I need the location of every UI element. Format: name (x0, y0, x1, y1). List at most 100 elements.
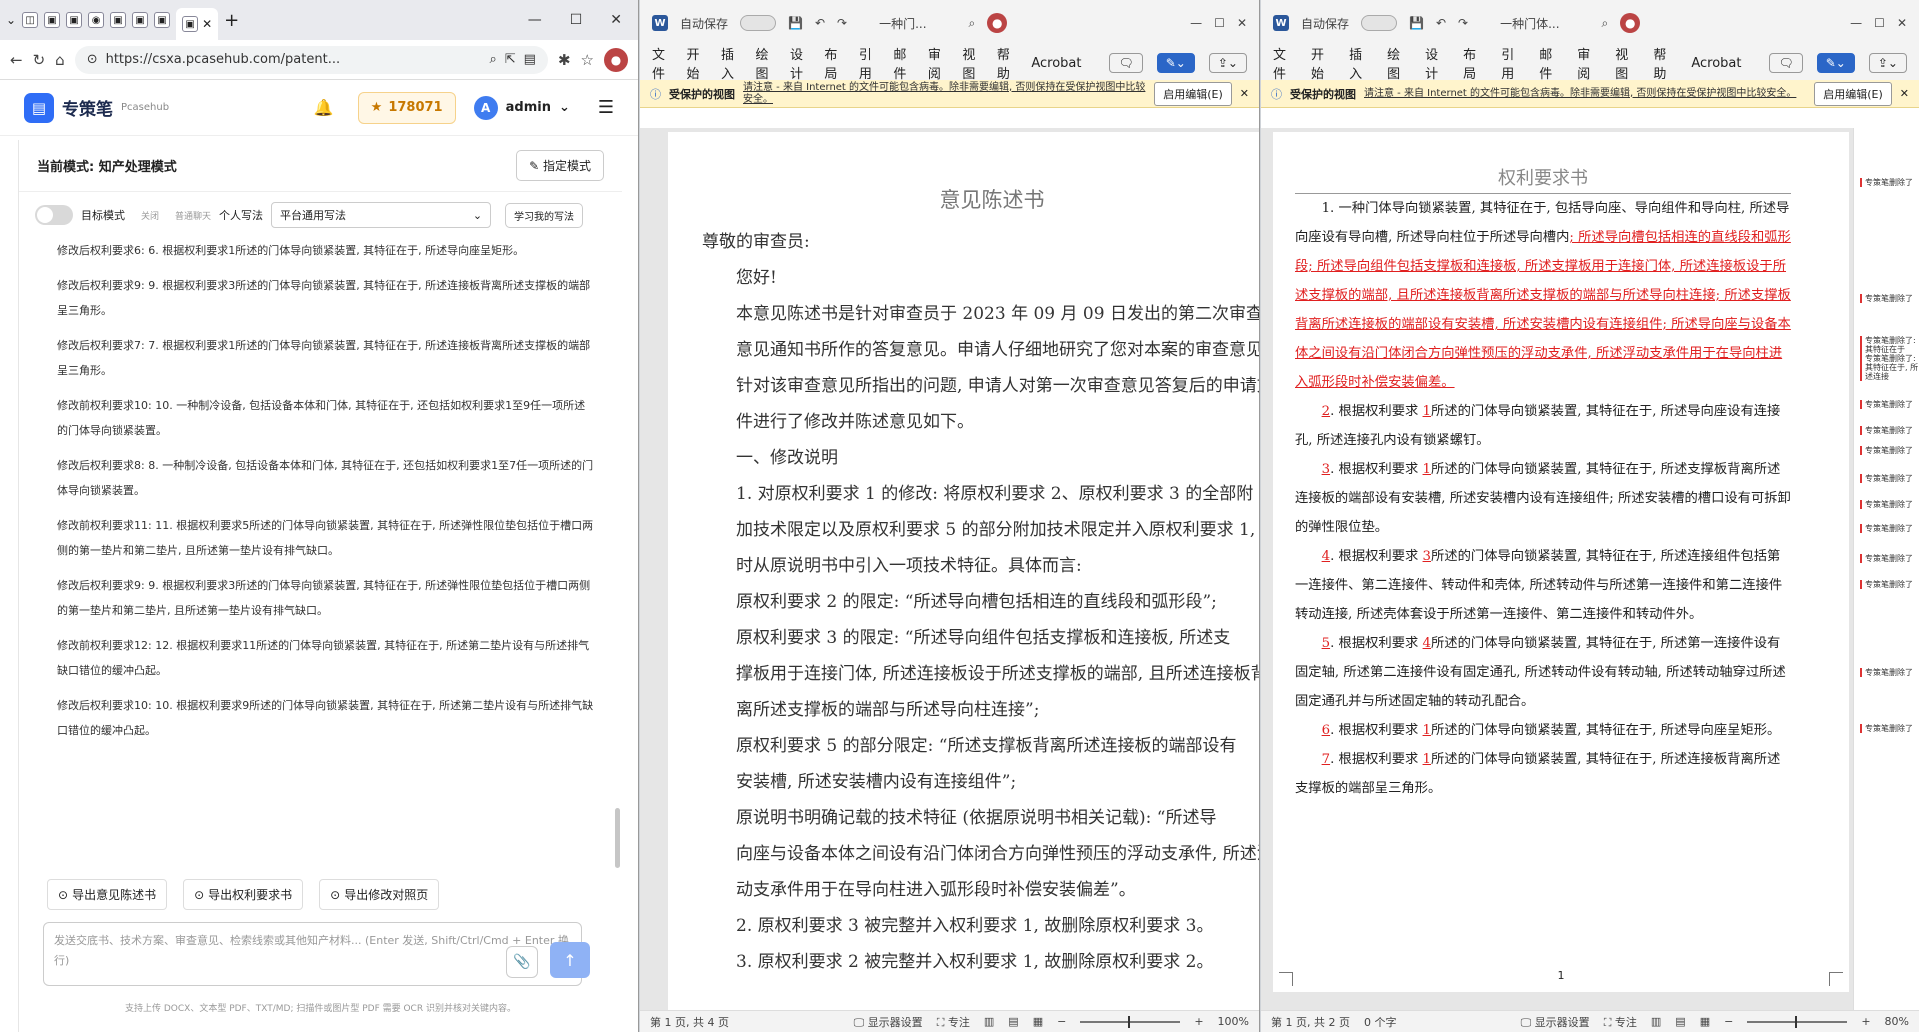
revision-note[interactable]: 专策笔删除了 (1860, 294, 1913, 303)
zoom-level[interactable]: 100% (1218, 1015, 1249, 1028)
tab-list-chevron-icon[interactable]: ⌄ (6, 13, 16, 27)
share-icon[interactable]: ⇪⌄ (1209, 53, 1247, 73)
user-menu[interactable]: A admin ⌄ (474, 96, 570, 120)
revision-note[interactable]: 专策笔删除了 (1860, 724, 1913, 733)
style-select[interactable]: 平台通用写法 ⌄ (271, 202, 491, 228)
ribbon-tab[interactable]: 帮助 (997, 44, 1017, 82)
send-button[interactable]: ↑ (550, 942, 590, 978)
minimize-icon[interactable]: — (1190, 16, 1202, 30)
favorites-icon[interactable]: ☆ (581, 51, 594, 69)
ribbon-tab[interactable]: 审阅 (928, 44, 948, 82)
search-icon[interactable]: ⌕ (969, 16, 976, 31)
zoom-icon[interactable]: ⌕ (489, 52, 496, 67)
ribbon-tab[interactable]: 邮件 (1539, 44, 1563, 82)
ribbon-tab[interactable]: 文件 (1273, 44, 1297, 82)
print-layout-icon[interactable]: ▤ (1008, 1015, 1018, 1028)
revision-note[interactable]: 专策笔删除了 (1860, 474, 1913, 483)
ribbon-tab[interactable]: 邮件 (893, 44, 913, 82)
share-icon[interactable]: ⇪⌄ (1869, 53, 1907, 73)
protected-message[interactable]: 请注意 - 来自 Internet 的文件可能包含病毒。除非需要编辑, 否则保持… (743, 82, 1146, 106)
maximize-icon[interactable]: ☐ (570, 12, 583, 28)
paperclip-icon[interactable]: 📎 (506, 946, 538, 978)
editing-mode-icon[interactable]: ✎⌄ (1817, 53, 1855, 73)
undo-icon[interactable]: ↶ (1436, 16, 1446, 30)
tab-favicon-3[interactable]: ◉ (88, 12, 104, 28)
display-settings[interactable]: 🖵 显示器设置 (1521, 1014, 1590, 1030)
ribbon-tab[interactable]: 绘图 (1387, 44, 1411, 82)
comments-icon[interactable]: 🗨 (1109, 53, 1142, 73)
close-icon[interactable]: ✕ (1237, 16, 1247, 30)
close-window-icon[interactable]: ✕ (610, 12, 622, 28)
close-bar-icon[interactable]: ✕ (1900, 87, 1909, 100)
ribbon-tab[interactable]: 审阅 (1577, 44, 1601, 82)
target-mode-toggle[interactable] (35, 205, 73, 225)
home-icon[interactable]: ⌂ (55, 51, 65, 69)
print-layout-icon[interactable]: ▤ (1675, 1015, 1685, 1028)
account-avatar[interactable]: ● (987, 13, 1007, 33)
undo-icon[interactable]: ↶ (815, 16, 825, 30)
scrollbar-thumb[interactable] (615, 808, 620, 868)
revision-note[interactable]: 专策笔删除了 (1860, 500, 1913, 509)
ribbon-tab[interactable]: 布局 (824, 44, 844, 82)
revision-note[interactable]: 专策笔删除了: 其特征在于 (1860, 336, 1919, 354)
zoom-out-icon[interactable]: − (1057, 1015, 1066, 1028)
revision-note[interactable]: 专策笔删除了 (1860, 446, 1913, 455)
revision-note[interactable]: 专策笔删除了 (1860, 668, 1913, 677)
zoom-slider[interactable] (1080, 1021, 1180, 1023)
protected-message[interactable]: 请注意 - 来自 Internet 的文件可能包含病毒。除非需要编辑, 否则保持… (1364, 88, 1806, 100)
tab-favicon-4[interactable]: ▣ (110, 12, 126, 28)
web-layout-icon[interactable]: ▦ (1700, 1015, 1710, 1028)
export-button[interactable]: ⊙导出权利要求书 (183, 879, 303, 910)
ribbon-tab[interactable]: 视图 (962, 44, 982, 82)
autosave-toggle[interactable] (740, 15, 776, 31)
enable-editing-button[interactable]: 启用编辑(E) (1814, 82, 1892, 106)
url-field[interactable]: ⊙ https://csxa.pcasehub.com/patent... ⌕ … (75, 46, 548, 74)
ribbon-tab[interactable]: 插入 (1349, 44, 1373, 82)
document-canvas[interactable]: 权利要求书 1. 一种门体导向锁紧装置, 其特征在于, 包括导向座、导向组件和导… (1261, 128, 1853, 1010)
profile-avatar[interactable]: ● (604, 48, 628, 72)
editing-mode-icon[interactable]: ✎⌄ (1157, 53, 1195, 73)
scrollbar[interactable] (614, 238, 622, 872)
comments-icon[interactable]: 🗨 (1769, 53, 1802, 73)
save-icon[interactable]: 💾 (788, 16, 803, 30)
minimize-icon[interactable]: — (1850, 16, 1862, 30)
ribbon-tab[interactable]: 插入 (721, 44, 741, 82)
zoom-in-icon[interactable]: + (1861, 1015, 1870, 1028)
zoom-in-icon[interactable]: + (1194, 1015, 1203, 1028)
extensions-icon[interactable]: ✱ (558, 51, 571, 69)
enable-editing-button[interactable]: 启用编辑(E) (1154, 82, 1232, 106)
ribbon-tab[interactable]: 绘图 (755, 44, 775, 82)
maximize-icon[interactable]: ☐ (1214, 16, 1225, 30)
display-settings[interactable]: 🖵 显示器设置 (854, 1014, 923, 1030)
active-tab[interactable]: ▣ ✕ (176, 8, 218, 40)
ribbon-tab[interactable]: 开始 (686, 44, 706, 82)
reader-icon[interactable]: ▤ (524, 52, 536, 67)
learn-style-button[interactable]: 学习我的写法 (505, 203, 583, 228)
points-badge[interactable]: ★ 178071 (358, 92, 456, 124)
ribbon-tab[interactable]: Acrobat (1031, 56, 1081, 71)
hamburger-menu-icon[interactable]: ☰ (598, 97, 614, 118)
ribbon-tab[interactable]: 帮助 (1653, 44, 1677, 82)
workspace-icon[interactable]: ◫ (22, 12, 38, 28)
bell-icon[interactable]: 🔔 (314, 98, 334, 117)
account-avatar[interactable]: ● (1620, 13, 1640, 33)
minimize-icon[interactable]: — (528, 12, 542, 28)
export-button[interactable]: ⊙导出修改对照页 (319, 879, 439, 910)
close-bar-icon[interactable]: ✕ (1240, 87, 1249, 100)
read-mode-icon[interactable]: ▥ (1651, 1015, 1661, 1028)
ribbon-tab[interactable]: 视图 (1615, 44, 1639, 82)
focus-mode[interactable]: ⛶ 专注 (937, 1014, 970, 1030)
site-info-icon[interactable]: ⊙ (87, 52, 98, 67)
search-icon[interactable]: ⌕ (1602, 16, 1609, 31)
revision-note[interactable]: 专策笔删除了 (1860, 580, 1913, 589)
web-layout-icon[interactable]: ▦ (1033, 1015, 1043, 1028)
export-button[interactable]: ⊙导出意见陈述书 (47, 879, 167, 910)
revision-note[interactable]: 专策笔删除了: 其特征在于, 所述连接 (1860, 354, 1919, 381)
ribbon-tab[interactable]: 开始 (1311, 44, 1335, 82)
ribbon-tab[interactable]: 引用 (1501, 44, 1525, 82)
revision-note[interactable]: 专策笔删除了 (1860, 426, 1913, 435)
tab-favicon-1[interactable]: ▣ (44, 12, 60, 28)
revision-note[interactable]: 专策笔删除了 (1860, 524, 1913, 533)
ribbon-tab[interactable]: Acrobat (1691, 56, 1741, 71)
tab-favicon-2[interactable]: ▣ (66, 12, 82, 28)
